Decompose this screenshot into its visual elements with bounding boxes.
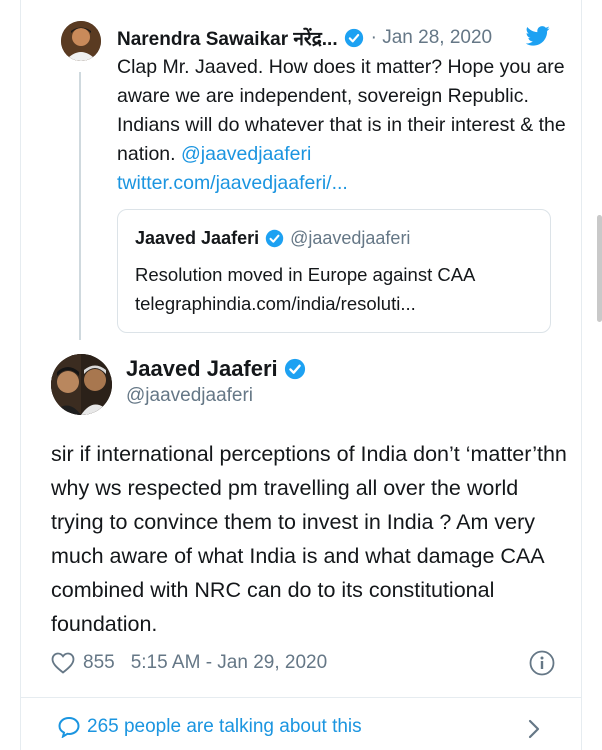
like-count: 855 <box>83 652 115 673</box>
mention-link[interactable]: @jaavedjaaferi <box>181 143 311 165</box>
avatar-narendra[interactable] <box>61 21 101 61</box>
twitter-bird-icon[interactable] <box>526 25 550 47</box>
talking-about-link[interactable]: 265 people are talking about this <box>57 716 362 738</box>
info-icon[interactable] <box>529 650 555 676</box>
divider <box>21 697 581 698</box>
tweet-timestamp[interactable]: 5:15 AM - Jan 29, 2020 <box>131 652 327 674</box>
scrollbar[interactable] <box>597 215 602 322</box>
talking-about-text: 265 people are talking about this <box>87 716 362 737</box>
tweet-date[interactable]: · Jan 28, 2020 <box>371 27 492 49</box>
tweet-meta: 855 5:15 AM - Jan 29, 2020 <box>51 648 555 678</box>
verified-badge-icon <box>265 229 284 248</box>
chevron-right-icon[interactable] <box>526 718 542 740</box>
main-author-name-row: Jaaved Jaaferi <box>126 356 306 382</box>
heart-icon[interactable] <box>51 652 75 674</box>
quoted-tweet-text: Clap Mr. Jaaved. How does it matter? Hop… <box>117 53 567 198</box>
thread-line <box>79 72 81 340</box>
author-name[interactable]: Narendra Sawaikar नरेंद्र... <box>117 25 338 51</box>
embedded-text: Resolution moved in Europe against CAA <box>135 264 476 285</box>
embedded-author-name: Jaaved Jaaferi <box>135 228 260 248</box>
embedded-link: telegraphindia.com/india/resoluti... <box>135 293 416 314</box>
embedded-quote-card[interactable]: Jaaved Jaaferi @jaavedjaaferi Resolution… <box>117 209 551 333</box>
verified-badge-icon <box>284 358 305 380</box>
url-link[interactable]: twitter.com/jaavedjaaferi/... <box>117 172 348 194</box>
avatar-jaaved[interactable] <box>51 354 112 415</box>
main-author-name[interactable]: Jaaved Jaaferi <box>126 356 278 382</box>
main-author-handle[interactable]: @jaavedjaaferi <box>126 385 253 407</box>
verified-badge-icon <box>344 28 363 48</box>
main-tweet-text: sir if international perceptions of Indi… <box>51 442 567 636</box>
comment-bubble-icon <box>58 716 80 738</box>
embedded-author-handle: @jaavedjaaferi <box>290 228 411 248</box>
quoted-tweet-header: Narendra Sawaikar नरेंद्र... · Jan 28, 2… <box>117 25 492 51</box>
